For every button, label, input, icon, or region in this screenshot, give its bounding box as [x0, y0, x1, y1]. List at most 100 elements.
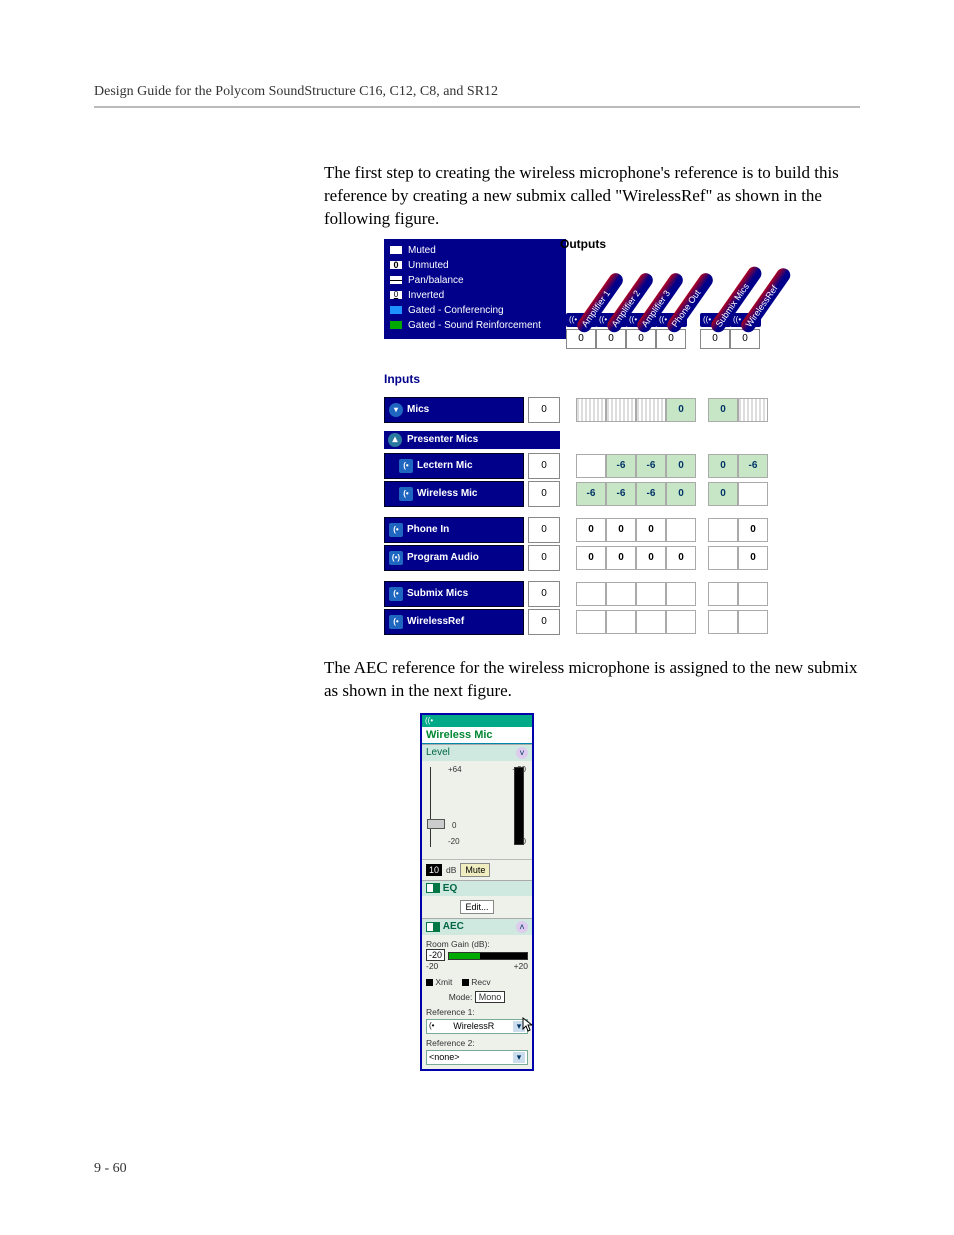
section-aec-header[interactable]: AEC ˄: [422, 918, 532, 935]
group-presenter-mics[interactable]: ▴ Presenter Mics: [384, 431, 560, 449]
crosspoint[interactable]: -6: [738, 454, 768, 478]
crosspoint[interactable]: [576, 454, 606, 478]
input-row-lectern[interactable]: (•Lectern Mic: [384, 453, 524, 479]
crosspoint[interactable]: [708, 518, 738, 542]
crosspoint[interactable]: [606, 398, 636, 422]
col-amp3[interactable]: Amplifier 3((•0: [626, 313, 656, 349]
crosspoint[interactable]: 0: [738, 518, 768, 542]
section-eq-header[interactable]: EQ: [422, 880, 532, 896]
crosspoint[interactable]: [576, 610, 606, 634]
crosspoint[interactable]: [636, 398, 666, 422]
ref2-value: <none>: [429, 1052, 460, 1063]
crosspoint[interactable]: 0: [636, 546, 666, 570]
input-fader[interactable]: 0: [528, 397, 560, 423]
col-submixmics[interactable]: Submix Mics((•0: [700, 313, 730, 349]
crosspoint[interactable]: [738, 582, 768, 606]
col-amp1[interactable]: Amplifier 1((•0: [566, 313, 596, 349]
crosspoint[interactable]: [708, 582, 738, 606]
rg-max: +20: [514, 961, 528, 971]
collapse-icon[interactable]: ▾: [389, 403, 403, 417]
crosspoint[interactable]: [606, 610, 636, 634]
crosspoint[interactable]: [666, 610, 696, 634]
xmit-indicator: [426, 979, 433, 986]
mode-label: Mode:: [449, 992, 473, 1002]
aec-icon: [426, 922, 440, 932]
crosspoint[interactable]: [738, 398, 768, 422]
crosspoint[interactable]: 0: [666, 398, 696, 422]
mouse-cursor-icon: [522, 1017, 534, 1033]
mute-button[interactable]: Mute: [460, 863, 490, 877]
input-row-phonein[interactable]: (•Phone In: [384, 517, 524, 543]
aec-section: Room Gain (dB): -20 -20 +20 Xmit Recv Mo…: [422, 935, 532, 1069]
crosspoint[interactable]: 0: [708, 482, 738, 506]
crosspoint[interactable]: [708, 546, 738, 570]
crosspoint[interactable]: [708, 610, 738, 634]
panel-header-icon: ((•: [422, 715, 532, 727]
level-fader[interactable]: [427, 819, 445, 829]
input-row-wirelessref[interactable]: (•WirelessRef: [384, 609, 524, 635]
reference2-select[interactable]: <none>▾: [426, 1050, 528, 1065]
crosspoint[interactable]: -6: [576, 482, 606, 506]
phone-icon: (•: [389, 523, 403, 537]
crosspoint[interactable]: [666, 518, 696, 542]
crosspoint[interactable]: -6: [606, 454, 636, 478]
col-phoneout[interactable]: Phone Out((•0: [656, 313, 686, 349]
input-fader[interactable]: 0: [528, 545, 560, 571]
input-row-wirelessmic[interactable]: (•Wireless Mic: [384, 481, 524, 507]
crosspoint[interactable]: 0: [666, 454, 696, 478]
crosspoint[interactable]: -6: [606, 482, 636, 506]
crosspoint[interactable]: [636, 610, 666, 634]
input-row-programaudio[interactable]: (•)Program Audio: [384, 545, 524, 571]
collapse-icon[interactable]: ▴: [388, 433, 402, 447]
crosspoint[interactable]: 0: [708, 398, 738, 422]
legend-swatch-inverted: 0: [390, 291, 402, 299]
crosspoint[interactable]: 0: [666, 482, 696, 506]
reference1-select[interactable]: (• WirelessR▾: [426, 1019, 528, 1034]
crosspoint[interactable]: [576, 398, 606, 422]
input-row-submix-mics[interactable]: (•Submix Mics: [384, 581, 524, 607]
crosspoint[interactable]: 0: [606, 546, 636, 570]
crosspoint[interactable]: 0: [636, 518, 666, 542]
room-gain-label: Room Gain (dB):: [426, 939, 528, 949]
crosspoint[interactable]: 0: [666, 546, 696, 570]
input-fader[interactable]: 0: [528, 481, 560, 507]
crosspoint[interactable]: [636, 582, 666, 606]
input-fader[interactable]: 0: [528, 517, 560, 543]
eq-edit-button[interactable]: Edit...: [460, 900, 493, 914]
room-gain-value[interactable]: -20: [426, 949, 445, 961]
crosspoint[interactable]: 0: [708, 454, 738, 478]
audio-icon: (•): [389, 551, 403, 565]
legend-swatch-unmuted: 0: [390, 261, 402, 269]
legend-unmuted: Unmuted: [408, 258, 449, 273]
legend-swatch-gated-sr: [390, 321, 402, 329]
crosspoint[interactable]: [738, 610, 768, 634]
crosspoint[interactable]: -6: [636, 482, 666, 506]
wireless-mic-channel-panel: ((• Wireless Mic Level ˅ +64 0 -20 +20 -…: [420, 713, 534, 1071]
crosspoint[interactable]: [666, 582, 696, 606]
chevron-up-icon[interactable]: ˄: [516, 921, 528, 933]
input-fader[interactable]: 0: [528, 453, 560, 479]
submix-icon: (•: [389, 615, 403, 629]
mode-value[interactable]: Mono: [475, 991, 506, 1003]
matrix-figure: Muted 0Unmuted Pan/balance 0Inverted Gat…: [374, 237, 886, 649]
crosspoint[interactable]: [576, 582, 606, 606]
crosspoint[interactable]: [606, 582, 636, 606]
crosspoint[interactable]: 0: [576, 518, 606, 542]
crosspoint[interactable]: 0: [606, 518, 636, 542]
gain-value[interactable]: 10: [426, 864, 442, 876]
section-level-header[interactable]: Level ˅: [422, 744, 532, 761]
crosspoint[interactable]: -6: [636, 454, 666, 478]
input-fader[interactable]: 0: [528, 581, 560, 607]
rg-min: -20: [426, 961, 438, 971]
legend-gated-sr: Gated - Sound Reinforcement: [408, 318, 541, 333]
col-wirelessref[interactable]: WirelessRef((•0: [730, 313, 760, 349]
input-fader[interactable]: 0: [528, 609, 560, 635]
crosspoint[interactable]: 0: [576, 546, 606, 570]
crosspoint[interactable]: 0: [738, 546, 768, 570]
chevron-down-icon[interactable]: ˅: [516, 747, 528, 759]
inputs-label: Inputs: [384, 372, 420, 386]
crosspoint[interactable]: [738, 482, 768, 506]
col-amp2[interactable]: Amplifier 2((•0: [596, 313, 626, 349]
input-row-mics[interactable]: ▾Mics: [384, 397, 524, 423]
recv-indicator: [462, 979, 469, 986]
